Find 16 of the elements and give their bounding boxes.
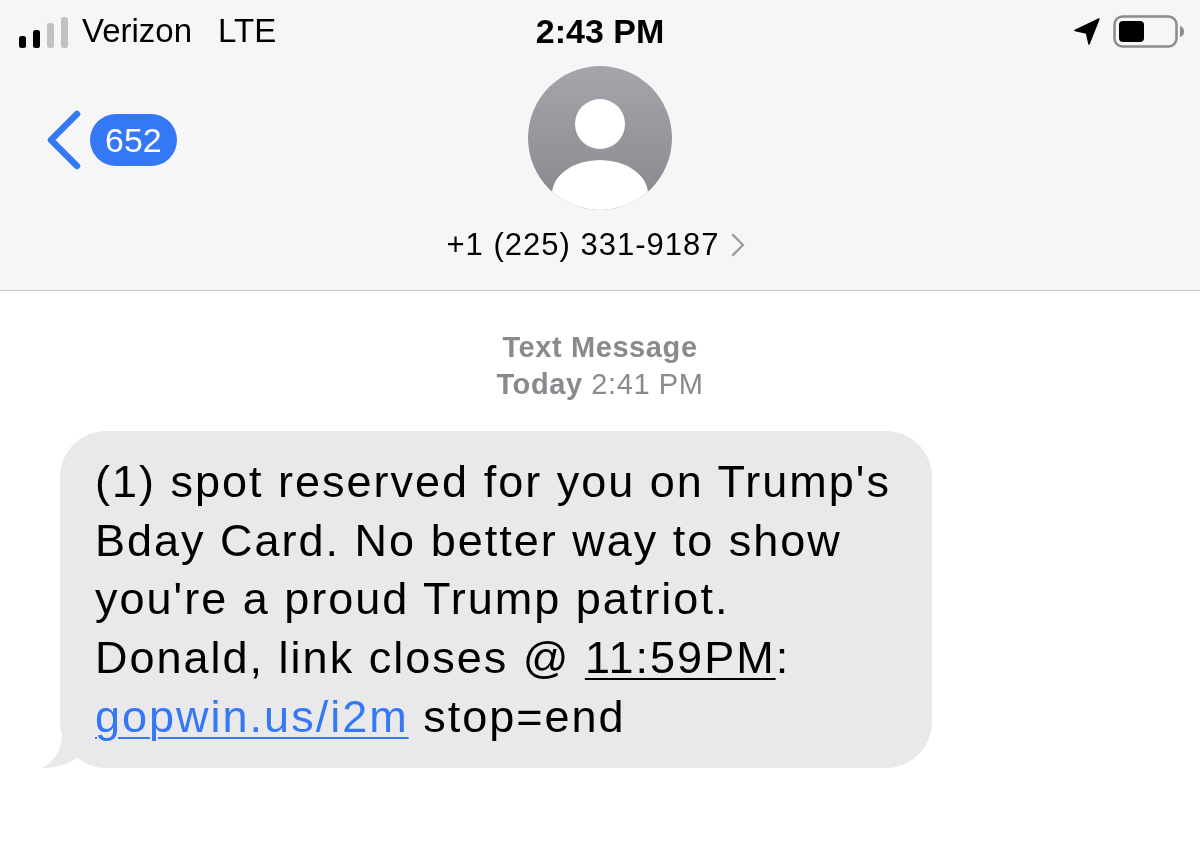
unread-count-badge: 652	[90, 114, 177, 166]
chevron-right-icon	[731, 233, 746, 257]
contact-button[interactable]: +1 (225) 331-9187	[446, 227, 746, 263]
chevron-left-icon	[46, 110, 82, 170]
avatar-icon[interactable]	[528, 66, 672, 210]
time-link[interactable]: 11:59PM	[584, 632, 776, 684]
signal-icon	[19, 16, 68, 48]
back-button[interactable]: 652	[46, 110, 177, 170]
location-arrow-icon	[1074, 17, 1100, 45]
network-type: LTE	[218, 12, 277, 50]
service-label: Text Message	[502, 330, 698, 365]
message-text: (1) spot reserved for you on Trump's Bday Card. No better way to show you're a proud Trump patriot. Donald, link closes @ 11:59PM: gopwin.us/i2m stop=end	[95, 455, 892, 744]
timestamp: Today 2:41 PM	[496, 367, 704, 402]
status-time: 2:43 PM	[535, 11, 665, 51]
battery-icon	[1113, 14, 1185, 48]
carrier-name: Verizon	[82, 12, 193, 50]
